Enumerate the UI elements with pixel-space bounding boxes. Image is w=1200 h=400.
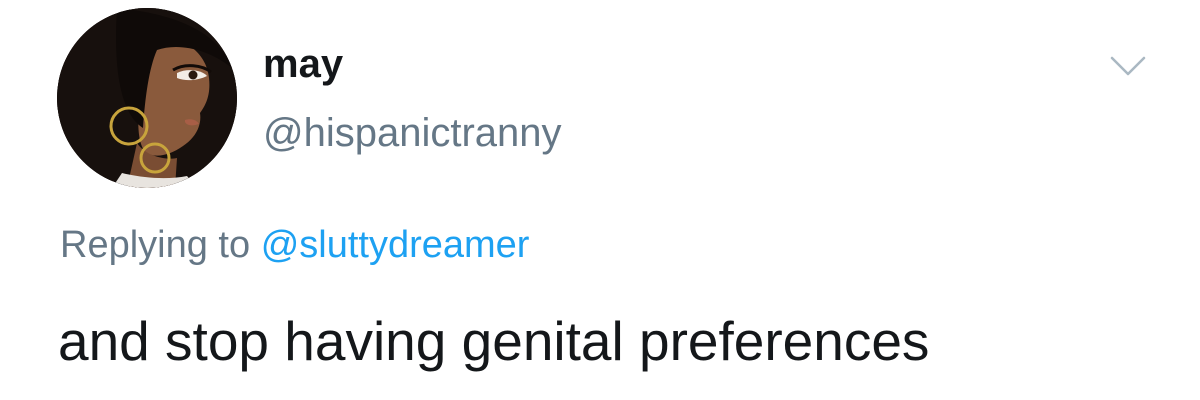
reply-mention-link[interactable]: @sluttydreamer xyxy=(261,224,530,266)
chevron-down-icon xyxy=(1110,56,1146,76)
replying-to-line: Replying to @sluttydreamer xyxy=(60,222,529,268)
tweet-card: may @hispanictranny Replying to @sluttyd… xyxy=(0,0,1200,400)
replying-to-label: Replying to xyxy=(60,224,251,266)
avatar[interactable] xyxy=(57,8,237,188)
tweet-text: and stop having genital preferences xyxy=(58,310,930,372)
avatar-image xyxy=(57,8,237,188)
user-handle[interactable]: @hispanictranny xyxy=(263,109,562,157)
display-name[interactable]: may xyxy=(263,40,343,88)
tweet-menu-button[interactable] xyxy=(1108,52,1148,80)
